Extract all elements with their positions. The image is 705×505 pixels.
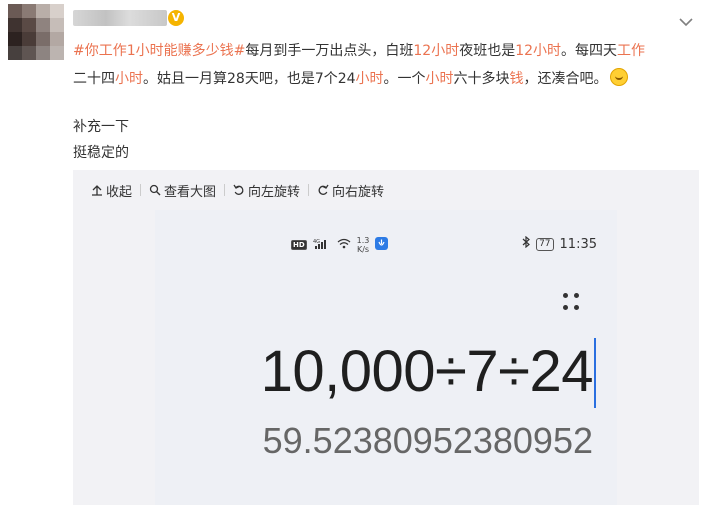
keyword-highlight: 小时 xyxy=(431,43,460,59)
more-menu-icon[interactable] xyxy=(560,290,584,314)
more-options-chevron-icon[interactable] xyxy=(677,14,695,28)
calculator-result: 59.52380952380952 xyxy=(262,420,593,461)
post-text-segment: 。姑且一月算28天吧，也是7个24 xyxy=(143,71,356,87)
post-supplement-line: 挺稳定的 xyxy=(73,145,129,161)
cell-signal-icon: 4G xyxy=(313,239,331,252)
status-time: 11:35 xyxy=(559,236,597,252)
svg-text:4G: 4G xyxy=(313,239,320,245)
post-supplement-line: 补充一下 xyxy=(73,119,129,135)
keyword-highlight: 工作 xyxy=(617,43,646,59)
collapse-button[interactable]: 收起 xyxy=(91,181,132,200)
toolbar-divider xyxy=(140,184,142,196)
rotate-right-icon xyxy=(318,184,329,195)
post-text-segment: 二十四 xyxy=(73,71,115,87)
toolbar-divider xyxy=(224,184,226,196)
post-text-segment: ，还凑合吧。 xyxy=(523,71,608,87)
avatar[interactable] xyxy=(8,4,64,60)
status-bar-left: HD 4G 1.3 K/s xyxy=(291,236,389,254)
keyword-highlight: 小时 xyxy=(355,71,384,87)
post-image-container: 收起 查看大图 向左旋转 向右旋转 HD 4G 1.3 K/s 77 11:35… xyxy=(73,170,699,505)
post-text: #你工作1小时能赚多少钱#每月到手一万出点头，白班12小时夜班也是12小时。每四… xyxy=(73,37,679,93)
verified-badge-icon: V xyxy=(168,10,184,26)
post-text-segment: 六十多块 xyxy=(453,71,510,87)
keyword-highlight: 12 xyxy=(515,43,534,59)
network-speed-unit: K/s xyxy=(356,245,370,254)
view-large-button[interactable]: 查看大图 xyxy=(149,181,216,200)
collapse-arrow-icon xyxy=(92,185,102,196)
keyword-highlight: 钱 xyxy=(509,71,524,87)
magnifier-icon xyxy=(149,184,161,196)
rotate-left-icon xyxy=(233,184,244,195)
view-large-label: 查看大图 xyxy=(164,184,217,200)
rotate-right-button[interactable]: 向右旋转 xyxy=(317,181,384,200)
keyword-highlight: 12 xyxy=(413,43,432,59)
post-text-segment: 夜班也是 xyxy=(459,43,516,59)
calculator-expression[interactable]: 10,000÷7÷24 xyxy=(261,339,594,405)
keyword-highlight: 小时 xyxy=(425,71,454,87)
calculator-screenshot[interactable]: HD 4G 1.3 K/s 77 11:35 10,000÷7÷24 59.52… xyxy=(155,210,617,505)
toolbar-divider xyxy=(308,184,310,196)
username-blurred[interactable] xyxy=(73,10,167,26)
keyword-highlight: 小时 xyxy=(533,43,562,59)
text-cursor xyxy=(594,338,596,408)
post-text-segment: 。每四天 xyxy=(561,43,618,59)
status-bar-right: 77 11:35 xyxy=(522,235,597,252)
network-speed: 1.3 K/s xyxy=(357,236,370,254)
hd-voice-icon: HD xyxy=(291,240,307,250)
battery-icon: 77 xyxy=(536,237,554,251)
image-toolbar: 收起 查看大图 向左旋转 向右旋转 xyxy=(73,170,699,210)
hashtag-link[interactable]: #你工作1小时能赚多少钱# xyxy=(73,43,245,59)
bluetooth-icon xyxy=(522,235,530,252)
network-speed-value: 1.3 xyxy=(356,236,370,245)
post-text-segment: 每月到手一万出点头，白班 xyxy=(245,43,414,59)
wifi-icon xyxy=(337,238,351,252)
keyword-highlight: 小时 xyxy=(115,71,143,87)
rotate-left-button[interactable]: 向左旋转 xyxy=(233,181,300,200)
rotate-right-label: 向右旋转 xyxy=(332,184,385,200)
post-text-segment: 。一个 xyxy=(383,71,426,87)
collapse-label: 收起 xyxy=(106,184,133,200)
smile-emoji-icon xyxy=(609,68,628,86)
rotate-left-label: 向左旋转 xyxy=(248,184,301,200)
app-notification-icon xyxy=(375,237,389,253)
